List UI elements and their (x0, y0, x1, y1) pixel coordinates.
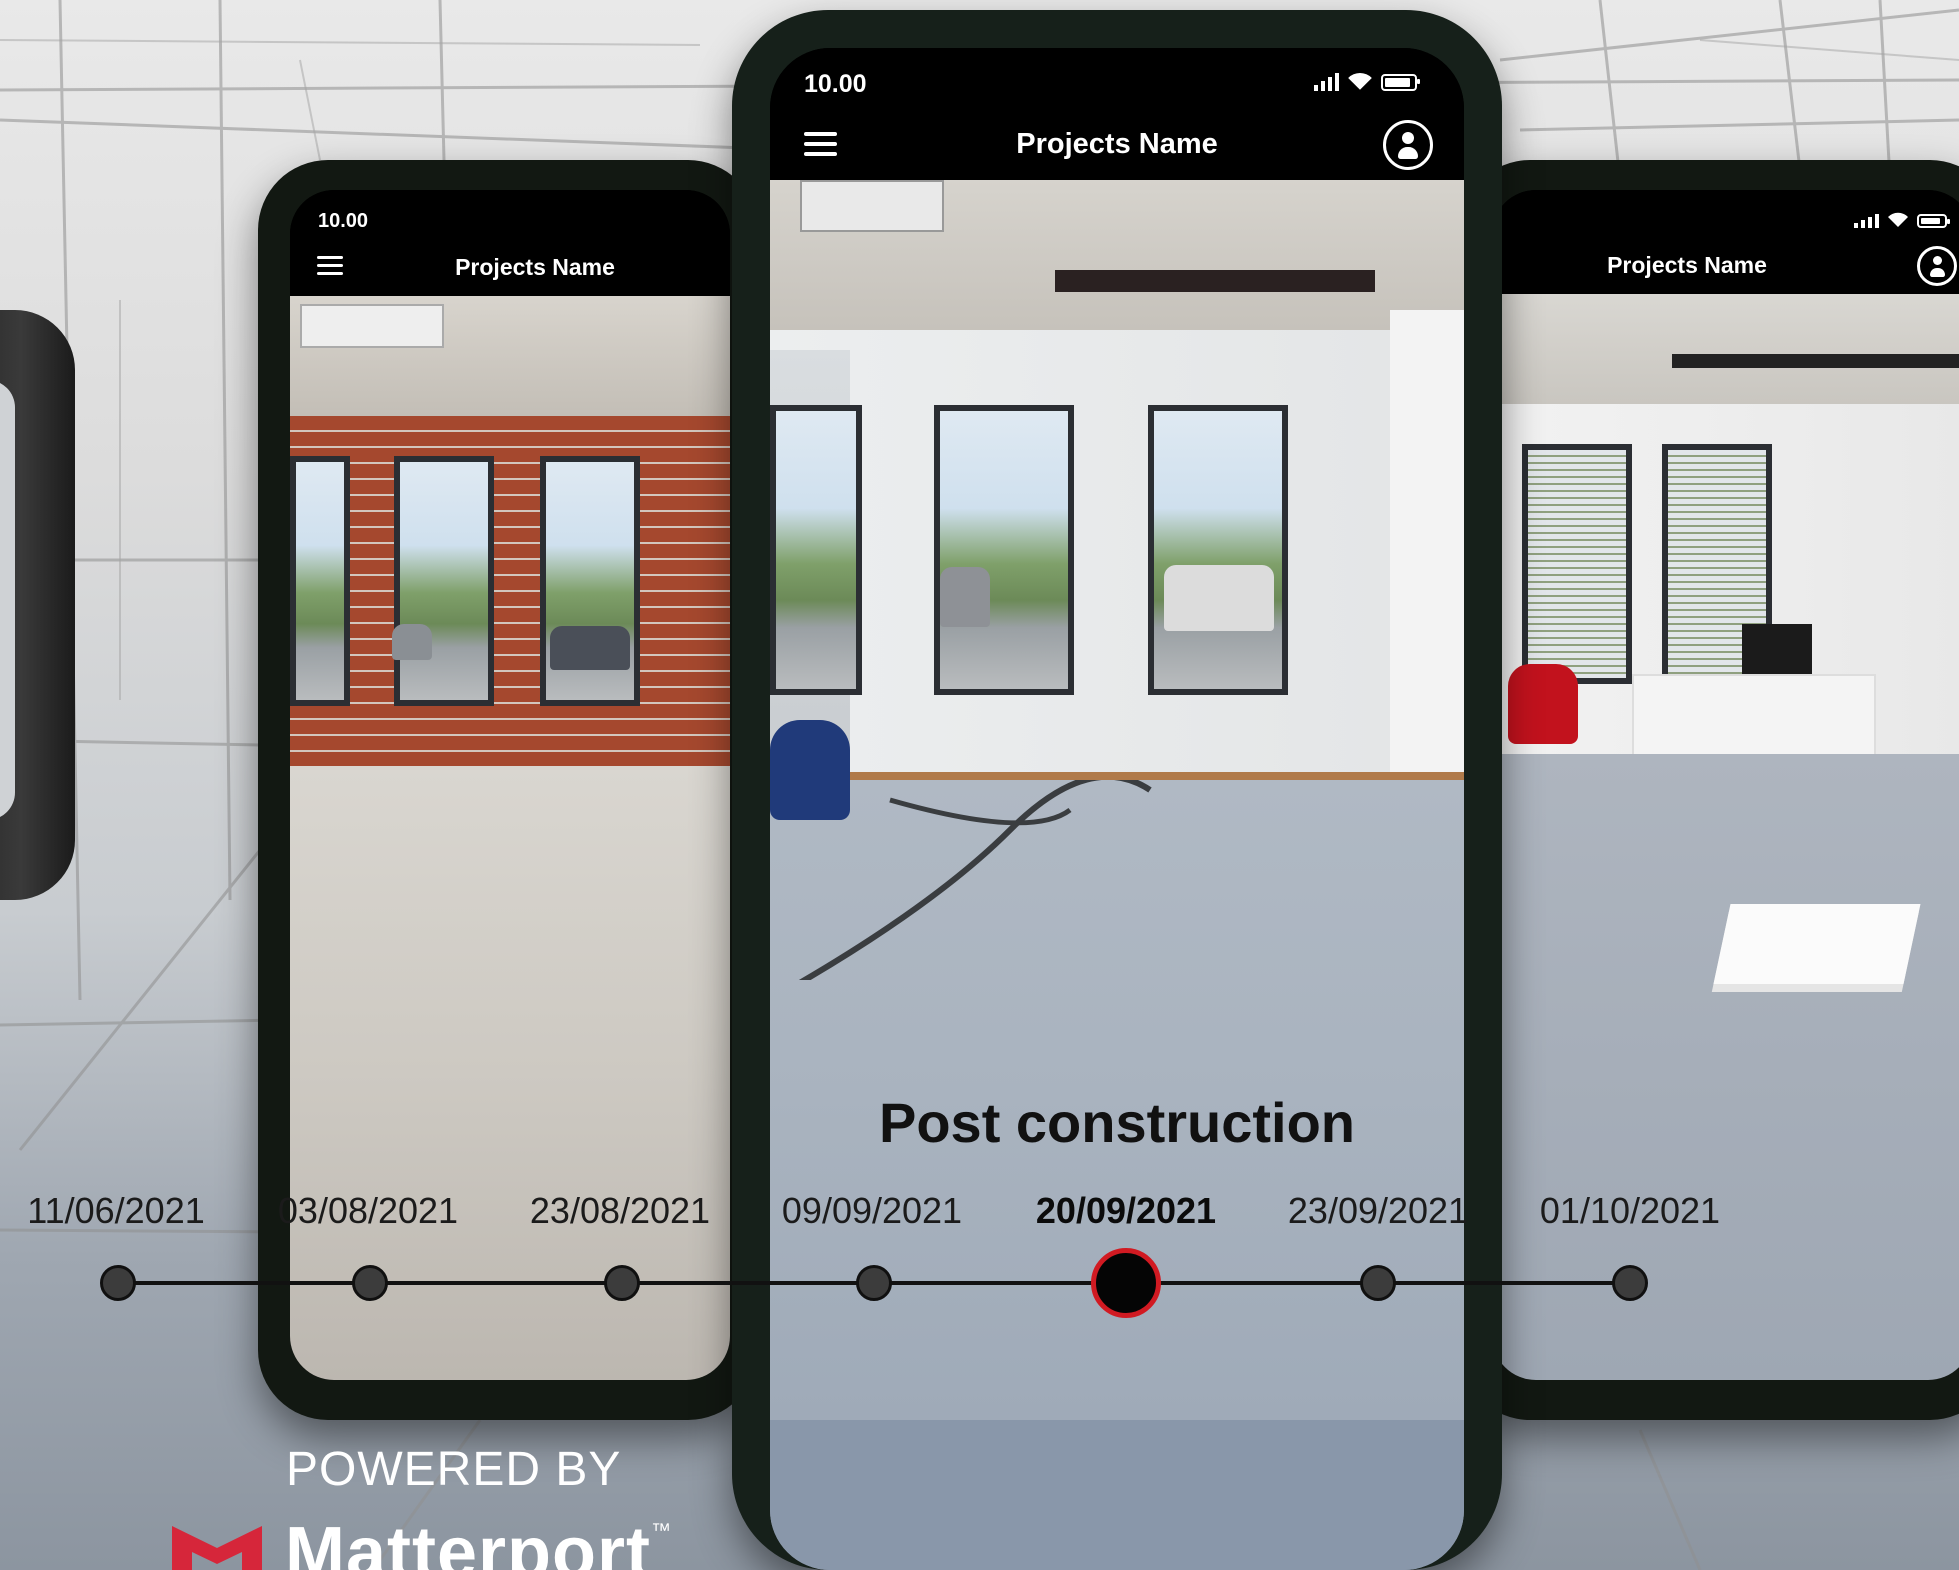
timeline-label: 01/10/2021 (1539, 1190, 1721, 1231)
timeline-node[interactable] (1612, 1265, 1648, 1301)
timeline-label: 23/09/2021 (1287, 1190, 1469, 1231)
timeline-node[interactable] (352, 1265, 388, 1301)
brand-name: Matterport™ (285, 1512, 672, 1570)
timeline-node[interactable] (1360, 1265, 1396, 1301)
timeline-node[interactable] (100, 1265, 136, 1301)
timeline-label-selected: 20/09/2021 (1035, 1190, 1217, 1231)
powered-by-label: POWERED BY (286, 1443, 622, 1496)
promo-stage: 10.00 Projects Name Projects Name 10.00 … (0, 0, 1959, 1570)
timeline-node-selected[interactable] (1091, 1248, 1161, 1318)
timeline-node[interactable] (856, 1265, 892, 1301)
matterport-logo-icon (172, 1526, 262, 1570)
timeline: 11/06/2021 03/08/2021 23/08/2021 09/09/2… (0, 0, 1959, 1570)
timeline-node[interactable] (604, 1265, 640, 1301)
timeline-label: 23/08/2021 (529, 1190, 711, 1231)
timeline-label: 09/09/2021 (781, 1190, 963, 1231)
brand-wordmark: Matterport (285, 1513, 651, 1570)
timeline-label: 03/08/2021 (277, 1190, 459, 1231)
trademark-symbol: ™ (651, 1520, 672, 1542)
timeline-label: 11/06/2021 (27, 1190, 205, 1231)
